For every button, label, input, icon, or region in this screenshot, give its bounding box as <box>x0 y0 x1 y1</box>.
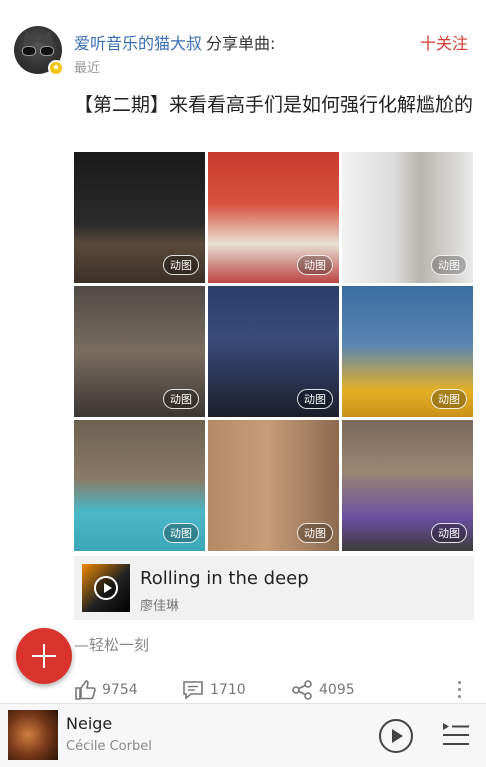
song-artist: 廖佳琳 <box>140 599 180 614</box>
avatar-glasses <box>22 46 54 56</box>
now-playing-artist: Cécile Corbel <box>66 739 152 754</box>
avatar-ear <box>38 27 58 47</box>
share-button[interactable]: 4095 <box>291 680 355 700</box>
shared-song-card[interactable]: Rolling in the deep 廖佳琳 <box>74 556 474 620</box>
media-thumbnail[interactable]: 动图 <box>74 152 205 283</box>
media-thumbnail[interactable]: 动图 <box>208 152 339 283</box>
media-thumbnail[interactable]: 动图 <box>74 420 205 551</box>
share-count: 4095 <box>319 682 355 698</box>
now-playing-title: Neige <box>66 714 113 733</box>
mini-player[interactable]: Neige Cécile Corbel <box>0 703 486 767</box>
follow-button[interactable]: 十关注 <box>420 30 468 54</box>
post-title[interactable]: 【第二期】来看看高手们是如何强行化解尴尬的 <box>74 90 474 120</box>
gif-badge: 动图 <box>431 255 467 275</box>
gif-badge: 动图 <box>297 389 333 409</box>
like-button[interactable]: 9754 <box>74 680 138 700</box>
more-vertical-icon[interactable] <box>458 681 462 699</box>
comment-icon <box>183 681 203 700</box>
author-line: 爱听音乐的猫大叔 分享单曲: <box>74 30 275 54</box>
author-name[interactable]: 爱听音乐的猫大叔 <box>74 34 202 53</box>
media-thumbnail[interactable]: 动图 <box>208 420 339 551</box>
now-playing-cover[interactable] <box>8 710 58 760</box>
comment-button[interactable]: 1710 <box>182 680 246 700</box>
post-time: 最近 <box>74 61 101 76</box>
song-cover[interactable] <box>82 564 130 612</box>
gif-badge: 动图 <box>163 523 199 543</box>
playlist-icon[interactable] <box>442 722 470 748</box>
media-thumbnail[interactable]: 动图 <box>342 420 473 551</box>
share-action-text: 分享单曲: <box>206 34 276 53</box>
feed-card: ★ 爱听音乐的猫大叔 分享单曲: 最近 十关注 【第二期】来看看高手们是如何强行化… <box>0 0 486 703</box>
vip-badge-icon: ★ <box>48 60 64 76</box>
play-icon[interactable] <box>94 576 118 600</box>
post-tagline[interactable]: —轻松一刻 <box>74 634 149 655</box>
gif-badge: 动图 <box>163 255 199 275</box>
post-actions: 9754 1710 4095 <box>74 678 474 704</box>
media-thumbnail[interactable]: 动图 <box>74 286 205 417</box>
gif-badge: 动图 <box>431 523 467 543</box>
gif-badge: 动图 <box>431 389 467 409</box>
thumbs-up-icon <box>75 680 96 700</box>
play-icon[interactable] <box>379 719 413 753</box>
share-icon <box>292 680 312 700</box>
like-count: 9754 <box>102 682 138 698</box>
post-header: ★ 爱听音乐的猫大叔 分享单曲: 最近 十关注 <box>14 26 474 78</box>
media-thumbnail[interactable]: 动图 <box>342 152 473 283</box>
song-title: Rolling in the deep <box>140 568 309 589</box>
gif-badge: 动图 <box>163 389 199 409</box>
avatar-ear <box>18 27 38 47</box>
media-thumbnail[interactable]: 动图 <box>208 286 339 417</box>
comment-count: 1710 <box>210 682 246 698</box>
media-thumbnail[interactable]: 动图 <box>342 286 473 417</box>
gif-badge: 动图 <box>297 255 333 275</box>
gif-badge: 动图 <box>297 523 333 543</box>
add-icon[interactable] <box>16 628 72 684</box>
media-grid: 动图 动图 动图 动图 动图 动图 动图 动图 动图 <box>74 152 474 552</box>
